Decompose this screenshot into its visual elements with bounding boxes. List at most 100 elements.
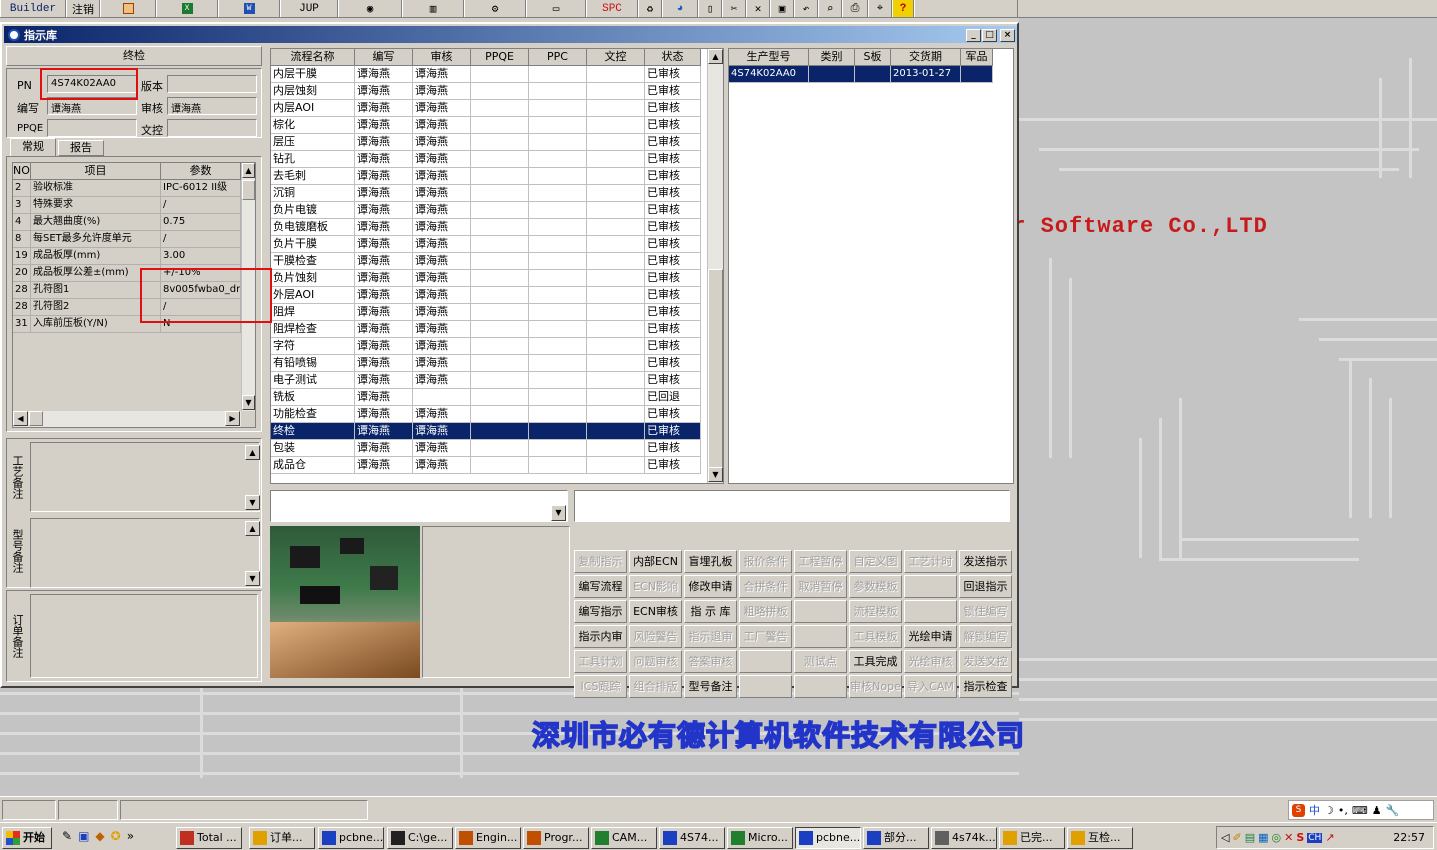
process-cell-name[interactable]: 内层蚀刻 [271,83,355,100]
col-header-type[interactable]: 类别 [809,49,855,66]
process-cell-doc[interactable] [587,406,645,423]
print-icon[interactable]: ⎙ [842,0,868,17]
process-cell-doc[interactable] [587,440,645,457]
process-cell-audit[interactable]: 谭海燕 [413,423,471,440]
quick-app-icon[interactable]: ◆ [95,829,104,847]
action-button[interactable]: 工具模板 [849,625,902,648]
action-button[interactable]: 发送文控 [959,650,1012,673]
process-cell-doc[interactable] [587,321,645,338]
process-cell-ppqe[interactable] [471,287,529,304]
process-cell-name[interactable]: 棕化 [271,117,355,134]
process-cell-name[interactable]: 电子测试 [271,372,355,389]
process-cell-audit[interactable]: 谭海燕 [413,83,471,100]
process-cell-ppc[interactable] [529,100,587,117]
process-cell-ppqe[interactable] [471,236,529,253]
process-cell-writer[interactable]: 谭海燕 [355,423,413,440]
action-button[interactable]: 内部ECN [629,550,682,573]
tray-s-icon[interactable]: S [1296,831,1304,844]
process-cell-ppc[interactable] [529,423,587,440]
process-cell-writer[interactable]: 谭海燕 [355,406,413,423]
eye-icon[interactable]: ◉ [338,0,402,17]
process-cell-doc[interactable] [587,202,645,219]
process-cell-status[interactable]: 已审核 [645,372,701,389]
task-button[interactable]: Engin... [455,827,521,849]
col-header-process[interactable]: 流程名称 [271,49,355,66]
scroll-left-icon[interactable]: ◀ [13,411,28,426]
process-note-field[interactable]: ▲ ▼ [30,442,260,512]
comment-field[interactable] [574,490,1010,522]
param-cell-item[interactable]: 验收标准 [31,180,161,197]
param-cell-val[interactable]: 3.00 [161,248,241,265]
process-cell-writer[interactable]: 谭海燕 [355,321,413,338]
model-cell[interactable]: 4S74K02AA0 [729,66,809,83]
preview-icon[interactable]: ⌕ [818,0,842,17]
process-cell-name[interactable]: 功能检查 [271,406,355,423]
process-cell-ppc[interactable] [529,83,587,100]
word-icon[interactable]: W [218,0,280,17]
action-button[interactable]: 合拼条件 [739,575,792,598]
process-cell-ppc[interactable] [529,185,587,202]
process-cell-status[interactable]: 已审核 [645,168,701,185]
action-button[interactable]: ECN影响 [629,575,682,598]
process-cell-ppqe[interactable] [471,185,529,202]
jup-button[interactable]: JUP [280,0,338,17]
process-cell-ppc[interactable] [529,440,587,457]
process-cell-name[interactable]: 外层AOI [271,287,355,304]
process-cell-ppqe[interactable] [471,440,529,457]
process-cell-writer[interactable]: 谭海燕 [355,219,413,236]
param-cell-item[interactable]: 最大翘曲度(%) [31,214,161,231]
action-button[interactable]: 指 示 库 [684,600,737,623]
process-cell-name[interactable]: 去毛刺 [271,168,355,185]
action-button[interactable]: 指示内审 [574,625,627,648]
process-cell-audit[interactable]: 谭海燕 [413,134,471,151]
process-cell-doc[interactable] [587,287,645,304]
process-cell-name[interactable]: 负片电镀 [271,202,355,219]
process-cell-status[interactable]: 已审核 [645,253,701,270]
process-cell-ppqe[interactable] [471,66,529,83]
process-cell-audit[interactable]: 谭海燕 [413,168,471,185]
action-button[interactable]: 回退指示 [959,575,1012,598]
undo-icon[interactable]: ↶ [794,0,818,17]
process-cell-audit[interactable]: 谭海燕 [413,151,471,168]
action-button[interactable]: 风险警告 [629,625,682,648]
col-header-audit[interactable]: 审核 [413,49,471,66]
model-note-field[interactable]: ▲ ▼ [30,518,260,588]
action-button[interactable]: ICS跟踪 [574,675,627,698]
process-cell-writer[interactable]: 谭海燕 [355,355,413,372]
process-cell-doc[interactable] [587,100,645,117]
process-cell-ppc[interactable] [529,117,587,134]
action-button[interactable]: ECN审核 [629,600,682,623]
tab-general[interactable]: 常规 [10,138,56,156]
process-cell-doc[interactable] [587,253,645,270]
action-button[interactable]: 发送指示 [959,550,1012,573]
param-cell-item[interactable]: 成品板厚(mm) [31,248,161,265]
param-cell-item[interactable]: 每SET最多允许度单元 [31,231,161,248]
action-button[interactable]: 光绘申请 [904,625,957,648]
process-cell-name[interactable]: 内层AOI [271,100,355,117]
process-cell-ppc[interactable] [529,168,587,185]
process-cell-ppqe[interactable] [471,355,529,372]
process-cell-writer[interactable]: 谭海燕 [355,372,413,389]
process-cell-ppc[interactable] [529,457,587,474]
new-icon[interactable]: ▯ [698,0,722,17]
process-cell-name[interactable]: 干膜检查 [271,253,355,270]
process-cell-ppqe[interactable] [471,202,529,219]
process-cell-audit[interactable]: 谭海燕 [413,219,471,236]
process-cell-name[interactable]: 有铅喷锡 [271,355,355,372]
process-cell-status[interactable]: 已审核 [645,202,701,219]
param-cell-no[interactable]: 2 [13,180,31,197]
cut-icon[interactable]: ✂ [722,0,746,17]
action-button[interactable]: 光绘审核 [904,650,957,673]
action-button[interactable] [794,675,847,698]
tray-net-icon[interactable]: ▦ [1258,831,1268,844]
col-header-delivery[interactable]: 交货期 [891,49,961,66]
process-cell-writer[interactable]: 谭海燕 [355,236,413,253]
process-cell-audit[interactable]: 谭海燕 [413,270,471,287]
dropdown-icon[interactable]: ▼ [551,505,566,521]
order-note-field[interactable] [30,594,258,678]
process-cell-status[interactable]: 已审核 [645,100,701,117]
scroll-up-icon[interactable]: ▲ [242,163,255,178]
process-cell-ppc[interactable] [529,253,587,270]
help-icon[interactable]: ? [892,0,914,17]
action-button[interactable] [739,675,792,698]
